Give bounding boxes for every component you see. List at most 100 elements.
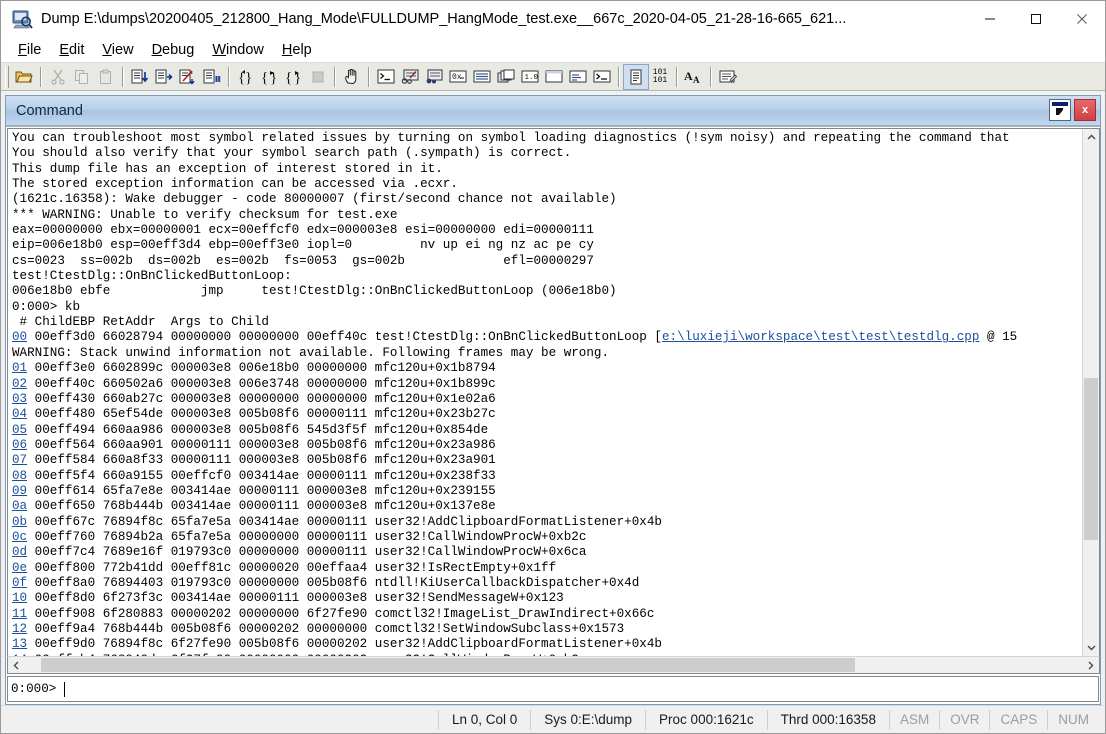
watch-window-icon[interactable] [398, 65, 422, 89]
line-text: 00eff40c 660502a6 000003e8 006e3748 0000… [27, 376, 496, 391]
run-to-cursor-icon[interactable] [176, 65, 200, 89]
status-asm: ASM [888, 709, 939, 730]
frame-number[interactable]: 0e [12, 561, 27, 575]
command-input[interactable] [73, 679, 1098, 699]
stack-frame-line: 11 00eff908 6f280883 00000202 00000000 6… [12, 607, 1082, 622]
scroll-up-button[interactable] [1083, 129, 1099, 146]
output-text[interactable]: You can troubleshoot most symbol related… [8, 129, 1082, 656]
command-restore-button[interactable] [1049, 99, 1071, 121]
restart-icon[interactable]: {} [234, 65, 258, 89]
command-window-title: Command [16, 102, 83, 119]
break-hand-icon[interactable] [340, 65, 364, 89]
horizontal-scroll-track[interactable] [25, 657, 1082, 673]
scroll-down-button[interactable] [1083, 639, 1099, 656]
scroll-left-button[interactable] [8, 657, 25, 673]
menu-debug[interactable]: Debug [143, 40, 204, 60]
memory-window-icon[interactable] [470, 65, 494, 89]
frame-number[interactable]: 06 [12, 438, 27, 452]
command-close-label: x [1081, 104, 1089, 116]
output-line: WARNING: Stack unwind information not av… [12, 346, 1082, 361]
frame-number[interactable]: 0d [12, 545, 27, 559]
frame-number[interactable]: 0a [12, 499, 27, 513]
stack-frame-line: 05 00eff494 660aa986 000003e8 005b08f6 5… [12, 423, 1082, 438]
close-button[interactable] [1059, 1, 1105, 37]
toolbar-grip[interactable] [5, 65, 9, 88]
toolbar-separator [40, 66, 42, 87]
status-caps: CAPS [989, 709, 1047, 730]
output-line: eip=006e18b0 esp=00eff3d4 ebp=00eff3e0 i… [12, 238, 1082, 253]
frame-number[interactable]: 09 [12, 484, 27, 498]
frame-number[interactable]: 04 [12, 407, 27, 421]
disassembly-window-icon[interactable]: 1.0 [518, 65, 542, 89]
menu-help[interactable]: Help [273, 40, 321, 60]
menu-debug-rest: ebug [162, 41, 195, 58]
command-close-button[interactable]: x [1074, 99, 1096, 121]
maximize-button[interactable] [1013, 1, 1059, 37]
menu-edit[interactable]: Edit [50, 40, 93, 60]
command-window-icon[interactable] [374, 65, 398, 89]
line-text: 00eff3d0 66028794 00000000 00000000 00ef… [27, 330, 662, 345]
prompt-label: 0:000> [11, 682, 57, 696]
frame-number[interactable]: 0f [12, 576, 27, 590]
font-icon[interactable]: AA [682, 65, 706, 89]
frame-number[interactable]: 11 [12, 607, 27, 621]
frame-number[interactable]: 00 [12, 330, 27, 344]
frame-number[interactable]: 0b [12, 515, 27, 529]
menu-file[interactable]: File [9, 40, 50, 60]
menu-debug-accel: D [151, 41, 163, 58]
go-icon[interactable]: {} [258, 65, 282, 89]
output-horizontal-scrollbar[interactable] [7, 656, 1100, 674]
source-mode-icon[interactable] [623, 63, 649, 90]
status-thread: Thrd 000:16358 [766, 709, 889, 730]
open-file-icon[interactable] [12, 65, 36, 89]
scroll-right-button[interactable] [1082, 657, 1099, 673]
menu-view[interactable]: View [93, 40, 142, 60]
frame-number[interactable]: 05 [12, 423, 27, 437]
minimize-button[interactable] [967, 1, 1013, 37]
frame-number[interactable]: 08 [12, 469, 27, 483]
call-stack-window-icon[interactable] [494, 65, 518, 89]
command-prompt-row[interactable]: 0:000> [7, 676, 1099, 702]
menu-file-accel: F [18, 41, 27, 58]
line-text: 00eff7c4 7689e16f 019793c0 00000000 0000… [27, 545, 587, 560]
source-file-link[interactable]: e:\luxieji\workspace\test\test\testdlg.c… [662, 330, 979, 344]
command-browser-icon[interactable] [590, 65, 614, 89]
assembly-mode-icon[interactable]: 101 101 [648, 65, 672, 89]
frame-number[interactable]: 02 [12, 377, 27, 391]
frame-number[interactable]: 13 [12, 637, 27, 651]
locals-window-icon[interactable] [422, 65, 446, 89]
output-line: eax=00000000 ebx=00000001 ecx=00effcf0 e… [12, 223, 1082, 238]
stack-frame-line: 06 00eff564 660aa901 00000111 000003e8 0… [12, 438, 1082, 453]
scratch-pad-icon[interactable] [542, 65, 566, 89]
line-text: # ChildEBP RetAddr Args to Child [12, 315, 269, 330]
go-unhandled-icon[interactable]: {} [282, 65, 306, 89]
frame-number[interactable]: 07 [12, 453, 27, 467]
output-line: 0:000> kb [12, 300, 1082, 315]
frame-number[interactable]: 14 [12, 653, 27, 656]
menu-edit-rest: dit [69, 41, 85, 58]
options-icon[interactable] [716, 65, 740, 89]
frame-number[interactable]: 12 [12, 622, 27, 636]
line-text: 0:000> kb [12, 299, 81, 314]
frame-number[interactable]: 01 [12, 361, 27, 375]
step-into-icon[interactable] [128, 65, 152, 89]
output-line: The stored exception information can be … [12, 177, 1082, 192]
step-over-icon[interactable] [152, 65, 176, 89]
frame-number[interactable]: 10 [12, 591, 27, 605]
stack-frame-line: 10 00eff8d0 6f273f3c 003414ae 00000111 0… [12, 591, 1082, 606]
line-text: 00eff9d0 76894f8c 6f27fe90 005b08f6 0000… [27, 637, 662, 652]
frame-number[interactable]: 0c [12, 530, 27, 544]
break-icon[interactable] [200, 65, 224, 89]
line-text: You can troubleshoot most symbol related… [12, 131, 1018, 145]
vertical-scroll-thumb[interactable] [1084, 377, 1098, 541]
vertical-scroll-track[interactable] [1083, 146, 1099, 639]
horizontal-scroll-thumb[interactable] [40, 658, 855, 672]
frame-number[interactable]: 03 [12, 392, 27, 406]
output-vertical-scrollbar[interactable] [1082, 129, 1099, 656]
menu-window[interactable]: Window [203, 40, 273, 60]
menu-view-rest: iew [111, 41, 134, 58]
stack-frame-line: 0f 00eff8a0 76894403 019793c0 00000000 0… [12, 576, 1082, 591]
registers-window-icon[interactable]: 0x [446, 65, 470, 89]
processes-threads-icon[interactable] [566, 65, 590, 89]
menu-view-accel: V [102, 41, 112, 58]
